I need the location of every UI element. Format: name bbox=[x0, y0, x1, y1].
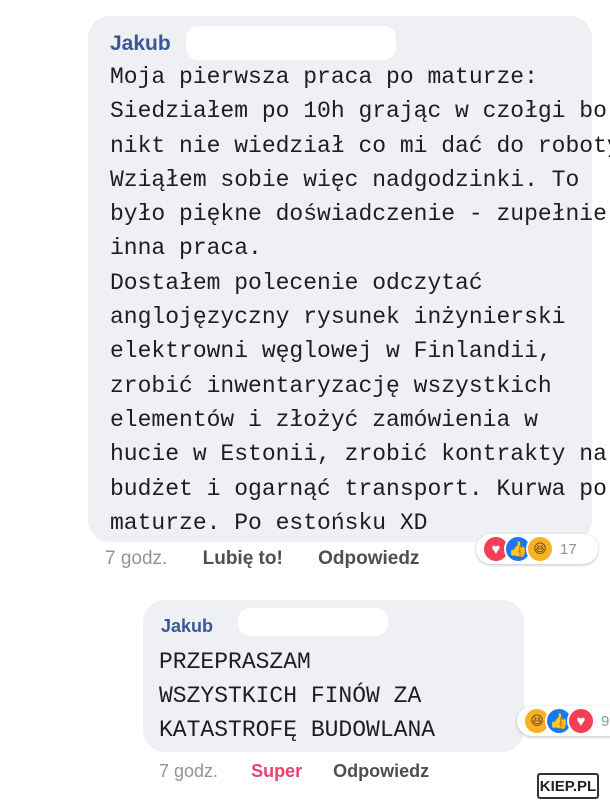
comment-actions: 7 godz. Lubię to! Odpowiedz bbox=[105, 548, 449, 570]
reply-bubble: Jakub PRZEPRASZAM WSZYSTKICH FINÓW ZA KA… bbox=[143, 600, 524, 752]
reaction-count: 9 bbox=[601, 712, 610, 730]
reply-text: PRZEPRASZAM WSZYSTKICH FINÓW ZA KATASTRO… bbox=[159, 649, 436, 743]
like-button[interactable]: Lubię to! bbox=[203, 548, 283, 570]
reply-button[interactable]: Odpowiedz bbox=[318, 548, 419, 570]
redacted-surname bbox=[238, 608, 388, 636]
reaction-count: 17 bbox=[560, 540, 577, 558]
heart-icon: ♥ bbox=[567, 707, 595, 735]
reply-timestamp[interactable]: 7 godz. bbox=[159, 761, 218, 782]
redacted-surname bbox=[186, 26, 396, 60]
reply-actions: 7 godz. Super Odpowiedz bbox=[159, 761, 455, 782]
haha-icon: 😆 bbox=[526, 535, 554, 563]
site-watermark: KIEP.PL bbox=[537, 773, 599, 799]
reply-reply-button[interactable]: Odpowiedz bbox=[333, 761, 429, 782]
comment-author-name[interactable]: Jakub bbox=[110, 32, 171, 56]
comment-text: Moja pierwsza praca po maturze: Siedział… bbox=[110, 64, 610, 536]
reply-author-name[interactable]: Jakub bbox=[161, 616, 213, 637]
comment-bubble: Jakub Moja pierwsza praca po maturze: Si… bbox=[88, 16, 610, 542]
reply-reactions[interactable]: 😆 👍 ♥ 9 bbox=[517, 706, 610, 736]
comment-timestamp[interactable]: 7 godz. bbox=[105, 548, 167, 570]
comment-reactions[interactable]: ♥ 👍 😆 17 bbox=[476, 534, 598, 564]
super-reaction-button[interactable]: Super bbox=[251, 761, 302, 782]
